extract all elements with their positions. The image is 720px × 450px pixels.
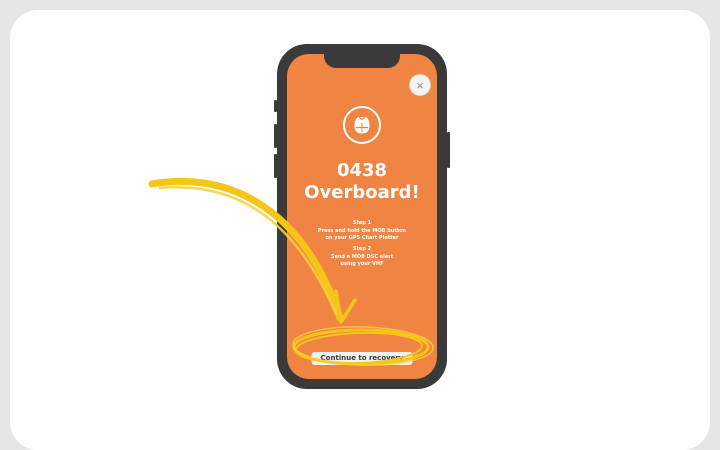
step-1-label: Step 1 <box>352 220 372 226</box>
step-2-label: Step 2 <box>352 246 372 252</box>
phone-power-button <box>447 132 450 168</box>
close-icon: × <box>416 78 424 93</box>
step-2-text-line2: using your VHF <box>340 261 384 267</box>
step-2-text-line1: Send a MOB DSC alert <box>330 254 394 260</box>
phone-volume-up <box>274 124 277 148</box>
alert-title-line1: 0438 <box>336 160 388 181</box>
alert-badge <box>343 106 381 144</box>
phone-notch <box>324 54 400 68</box>
alert-title-line2: Overboard! <box>304 182 420 203</box>
phone-volume-down <box>274 154 277 178</box>
alert-title: 0438 Overboard! <box>287 160 437 204</box>
phone-mockup: × 0438 Overboard! Step 1 Press and hold … <box>274 44 450 389</box>
step-1-text-line2: on your GPS Chart Plotter <box>325 235 399 241</box>
continue-to-recovery-button[interactable]: Continue to recovery <box>311 352 413 365</box>
phone-mute-switch <box>274 100 277 112</box>
step-1-text-line1: Press and hold the MOB button <box>317 228 407 234</box>
close-button[interactable]: × <box>409 74 431 96</box>
steps-list: Step 1 Press and hold the MOB button on … <box>287 220 437 272</box>
lifejacket-icon <box>354 116 370 134</box>
alert-screen: × 0438 Overboard! Step 1 Press and hold … <box>287 54 437 379</box>
